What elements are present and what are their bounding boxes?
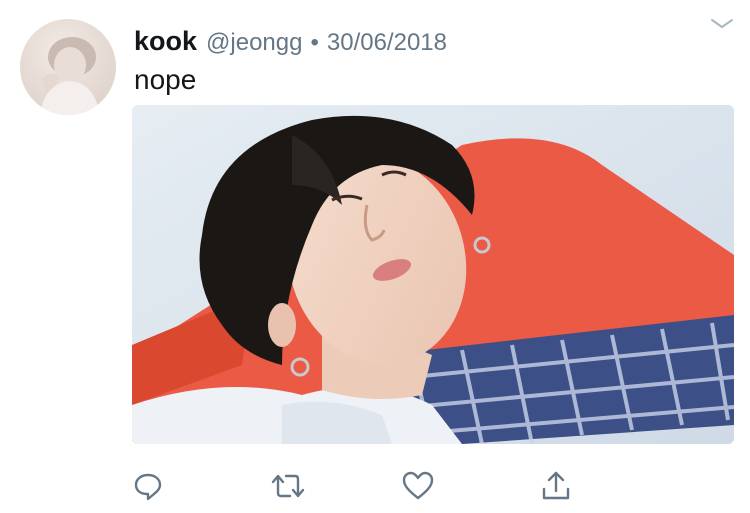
tweet-media-image[interactable] (132, 105, 734, 444)
tweet-date[interactable]: 30/06/2018 (327, 29, 447, 57)
heart-icon[interactable] (400, 468, 436, 504)
tweet-actions (0, 468, 750, 508)
display-name[interactable]: kook (134, 26, 197, 57)
reply-icon[interactable] (130, 468, 166, 504)
tweet-header: kook @jeongg • 30/06/2018 (134, 26, 447, 58)
separator-dot: • (310, 29, 319, 56)
retweet-icon[interactable] (270, 468, 306, 504)
tweet[interactable]: kook @jeongg • 30/06/2018 nope (0, 0, 750, 513)
user-handle[interactable]: @jeongg (206, 29, 302, 57)
avatar[interactable] (20, 19, 116, 115)
chevron-down-icon[interactable] (708, 16, 736, 32)
tweet-text: nope (134, 64, 197, 95)
share-icon[interactable] (538, 468, 574, 504)
